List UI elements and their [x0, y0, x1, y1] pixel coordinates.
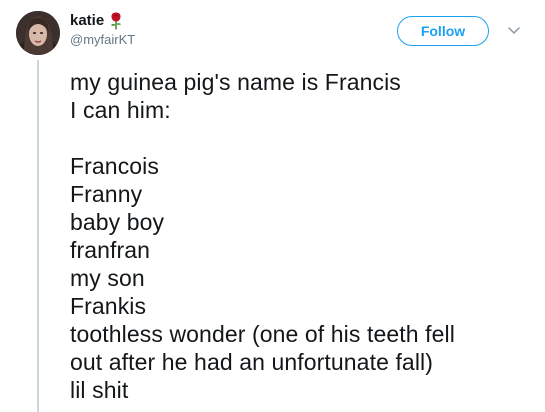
- name-row: katie: [70, 12, 135, 30]
- follow-button[interactable]: Follow: [397, 16, 489, 46]
- user-handle[interactable]: @myfairKT: [70, 32, 135, 48]
- thread-line: [37, 60, 39, 412]
- user-block[interactable]: katie @myfairKT: [70, 12, 135, 48]
- tweet-line: I can him:: [70, 97, 171, 123]
- tweet-line: toothless wonder (one of his teeth fell: [70, 321, 455, 347]
- avatar[interactable]: [16, 11, 60, 55]
- rose-icon: [109, 12, 123, 30]
- tweet-line: franfran: [70, 237, 151, 263]
- tweet-line: Franny: [70, 181, 143, 207]
- chevron-down-icon[interactable]: [506, 22, 522, 38]
- tweet-line: Francois: [70, 153, 159, 179]
- tweet-text: my guinea pig's name is Francis I can hi…: [70, 68, 535, 404]
- tweet-line: out after he had an unfortunate fall): [70, 349, 434, 375]
- tweet-line: my guinea pig's name is Francis: [70, 69, 401, 95]
- tweet-line: lil shit: [70, 377, 129, 403]
- tweet-line: baby boy: [70, 209, 165, 235]
- tweet-line: my son: [70, 265, 145, 291]
- tweet-line: Frankis: [70, 293, 147, 319]
- display-name[interactable]: katie: [70, 12, 104, 30]
